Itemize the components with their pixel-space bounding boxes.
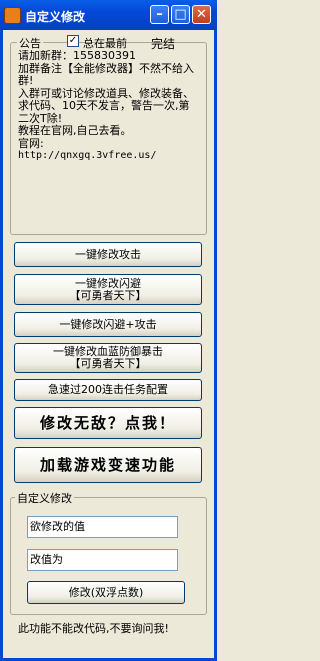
modify-dodge-label-2: 【可勇者天下】	[69, 288, 147, 302]
notice-group-label: 公告	[17, 35, 43, 51]
combo-config-button[interactable]: 急速过200连击任务配置	[14, 379, 202, 401]
speed-hack-label: 加载游戏变速功能	[39, 456, 176, 474]
modify-hp-label-2: 【可勇者天下】	[69, 357, 147, 370]
speed-hack-button[interactable]: 加载游戏变速功能	[14, 447, 202, 483]
combo-config-label: 急速过200连击任务配置	[48, 383, 168, 396]
target-value-input[interactable]: 欲修改的值	[27, 516, 178, 538]
custom-modify-group-label: 自定义修改	[15, 490, 74, 506]
always-on-top-checkbox[interactable]: ✓	[67, 35, 79, 47]
app-icon	[4, 7, 21, 24]
modify-hp-button[interactable]: 一键修改血蓝防御暴击 【可勇者天下】	[14, 343, 202, 373]
notice-line: 加群备注【全能修改器】不然不给入群!	[18, 61, 194, 87]
invincible-label: 修改无敌？点我！	[39, 414, 176, 432]
window-title: 自定义修改	[25, 10, 86, 24]
notice-line: 官网:	[18, 136, 44, 150]
notice-text: 请加新群：155830391 加群备注【全能修改器】不然不给入群! 入群可或讨论修改…	[18, 50, 198, 228]
invincible-button[interactable]: 修改无敌？点我！	[14, 407, 202, 439]
modify-dodge-label-1: 一键修改闪避	[75, 276, 141, 290]
modify-double-button[interactable]: 修改(双浮点数)	[27, 581, 185, 604]
official-url: http://qnxgq.3vfree.us/	[18, 150, 157, 161]
maximize-button[interactable]: □	[171, 5, 190, 24]
modify-double-label: 修改(双浮点数)	[68, 585, 144, 599]
new-value-input[interactable]: 改值为	[27, 549, 178, 571]
modify-attack-button[interactable]: 一键修改攻击	[14, 242, 202, 267]
notice-line: 入群可或讨论修改道具、修改装备、求代码、10天不发言，警告一次,第二次T除!	[18, 86, 194, 125]
close-button[interactable]: ✕	[192, 5, 211, 24]
minimize-button[interactable]: –	[150, 5, 169, 24]
notice-line: 教程在官网,自己去看。	[18, 124, 132, 137]
modify-dodge-button[interactable]: 一键修改闪避 【可勇者天下】	[14, 274, 202, 305]
notice-line: 请加新群：155830391	[18, 50, 136, 62]
modify-dodge-attack-button[interactable]: 一键修改闪避+攻击	[14, 312, 202, 337]
warning-note: 此功能不能改代码,不要询问我!	[18, 622, 169, 635]
always-on-top-label: 总在最前	[83, 37, 127, 50]
modify-dodge-attack-label: 一键修改闪避+攻击	[59, 317, 157, 331]
modify-attack-label: 一键修改攻击	[75, 247, 141, 261]
title-bar[interactable]: 自定义修改 – □ ✕	[0, 0, 217, 30]
